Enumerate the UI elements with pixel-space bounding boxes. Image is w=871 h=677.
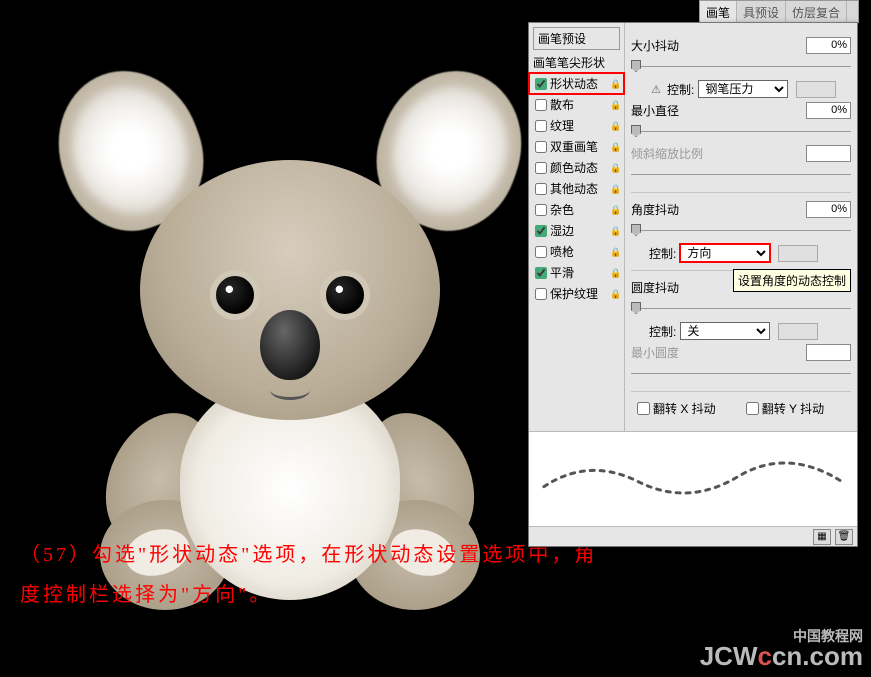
- lock-icon: 🔒: [610, 268, 620, 278]
- angle-jitter-label: 角度抖动: [631, 201, 679, 218]
- min-diameter-label: 最小直径: [631, 102, 679, 119]
- size-jitter-slider[interactable]: [631, 58, 851, 74]
- watermark: 中国教程网 JCWccn.com: [700, 629, 863, 669]
- preset-checkbox[interactable]: [535, 120, 547, 132]
- mini-box: [778, 323, 818, 340]
- roundness-jitter-label: 圆度抖动: [631, 279, 679, 296]
- preset-item[interactable]: 杂色 🔒: [529, 199, 624, 220]
- preset-label: 平滑: [550, 264, 574, 281]
- mini-box: [778, 245, 818, 262]
- preset-item[interactable]: 其他动态 🔒: [529, 178, 624, 199]
- size-jitter-label: 大小抖动: [631, 37, 679, 54]
- instruction-text: （57）勾选"形状动态"选项，在形状动态设置选项中，角度控制栏选择为"方向"。: [20, 535, 615, 615]
- min-diameter-value[interactable]: 0%: [806, 102, 851, 119]
- new-icon[interactable]: ▦: [813, 529, 831, 545]
- tilt-scale-label: 倾斜缩放比例: [631, 145, 703, 162]
- lock-icon: 🔒: [610, 121, 620, 131]
- trash-icon[interactable]: 🗑: [835, 529, 853, 545]
- size-control-select[interactable]: 钢笔压力: [698, 80, 788, 98]
- panel-tabs: 画笔 具预设 仿层复合: [699, 0, 859, 23]
- preset-checkbox[interactable]: [535, 225, 547, 237]
- preset-label: 形状动态: [550, 75, 598, 92]
- preset-label: 颜色动态: [550, 159, 598, 176]
- lock-icon: 🔒: [610, 247, 620, 257]
- lock-icon: 🔒: [610, 205, 620, 215]
- preset-checkbox[interactable]: [535, 204, 547, 216]
- brush-panel: 画笔预设 画笔笔尖形状 形状动态🔒散布🔒纹理🔒双重画笔🔒颜色动态🔒其他动态🔒杂色…: [528, 22, 858, 547]
- preset-column: 画笔预设 画笔笔尖形状 形状动态🔒散布🔒纹理🔒双重画笔🔒颜色动态🔒其他动态🔒杂色…: [529, 23, 625, 431]
- tilt-scale-slider: [631, 166, 851, 182]
- tab-brush[interactable]: 画笔: [700, 1, 737, 23]
- preset-checkbox[interactable]: [535, 162, 547, 174]
- angle-jitter-slider[interactable]: [631, 222, 851, 238]
- tab-preset[interactable]: 具预设: [737, 1, 786, 23]
- roundness-jitter-slider[interactable]: [631, 300, 851, 316]
- preset-label: 杂色: [550, 201, 574, 218]
- angle-control-select[interactable]: 方向: [680, 244, 770, 262]
- control-label: 控制:: [667, 81, 694, 98]
- lock-icon: 🔒: [610, 100, 620, 110]
- flip-x-checkbox[interactable]: 翻转 X 抖动: [637, 400, 716, 417]
- panel-bottom-bar: ▦ 🗑: [529, 526, 857, 546]
- preset-item[interactable]: 保护纹理 🔒: [529, 283, 624, 304]
- lock-icon: 🔒: [610, 142, 620, 152]
- lock-icon: 🔒: [610, 289, 620, 299]
- lock-icon: 🔒: [610, 163, 620, 173]
- preset-item[interactable]: 平滑 🔒: [529, 262, 624, 283]
- preset-checkbox[interactable]: [535, 246, 547, 258]
- lock-icon: 🔒: [610, 79, 620, 89]
- preset-label: 其他动态: [550, 180, 598, 197]
- tooltip: 设置角度的动态控制: [733, 269, 851, 292]
- warning-icon: ⚠: [649, 82, 663, 96]
- angle-jitter-value[interactable]: 0%: [806, 201, 851, 218]
- mini-box: [796, 81, 836, 98]
- angle-control-label: 控制:: [649, 245, 676, 262]
- preset-item[interactable]: 颜色动态 🔒: [529, 157, 624, 178]
- preset-checkbox[interactable]: [535, 267, 547, 279]
- brush-tip-shape[interactable]: 画笔笔尖形状: [529, 52, 624, 73]
- preset-item[interactable]: 湿边 🔒: [529, 220, 624, 241]
- lock-icon: 🔒: [610, 226, 620, 236]
- brush-preview: [529, 431, 857, 526]
- preset-checkbox[interactable]: [535, 141, 547, 153]
- min-roundness-label: 最小圆度: [631, 344, 679, 361]
- preset-checkbox[interactable]: [535, 183, 547, 195]
- brush-preset-header[interactable]: 画笔预设: [533, 27, 620, 50]
- flip-y-checkbox[interactable]: 翻转 Y 抖动: [746, 400, 824, 417]
- roundness-control-label: 控制:: [649, 323, 676, 340]
- preset-item[interactable]: 散布 🔒: [529, 94, 624, 115]
- preset-label: 喷枪: [550, 243, 574, 260]
- preset-item[interactable]: 双重画笔 🔒: [529, 136, 624, 157]
- preset-label: 湿边: [550, 222, 574, 239]
- preset-label: 纹理: [550, 117, 574, 134]
- min-roundness-slider: [631, 365, 851, 381]
- preset-item[interactable]: 纹理 🔒: [529, 115, 624, 136]
- size-jitter-value[interactable]: 0%: [806, 37, 851, 54]
- preset-item[interactable]: 喷枪 🔒: [529, 241, 624, 262]
- tab-clone[interactable]: 仿层复合: [786, 1, 847, 23]
- preset-checkbox[interactable]: [535, 99, 547, 111]
- preset-item[interactable]: 形状动态 🔒: [529, 73, 624, 94]
- settings-column: 大小抖动 0% ⚠ 控制: 钢笔压力 最小直径 0% 倾斜缩放比例: [625, 23, 857, 431]
- preset-checkbox[interactable]: [535, 78, 547, 90]
- lock-icon: 🔒: [610, 184, 620, 194]
- preset-label: 散布: [550, 96, 574, 113]
- preset-label: 双重画笔: [550, 138, 598, 155]
- min-roundness-value: [806, 344, 851, 361]
- roundness-control-select[interactable]: 关: [680, 322, 770, 340]
- preset-checkbox[interactable]: [535, 288, 547, 300]
- tilt-scale-value: [806, 145, 851, 162]
- preset-label: 保护纹理: [550, 285, 598, 302]
- min-diameter-slider[interactable]: [631, 123, 851, 139]
- canvas-area: （57）勾选"形状动态"选项，在形状动态设置选项中，角度控制栏选择为"方向"。: [0, 0, 528, 677]
